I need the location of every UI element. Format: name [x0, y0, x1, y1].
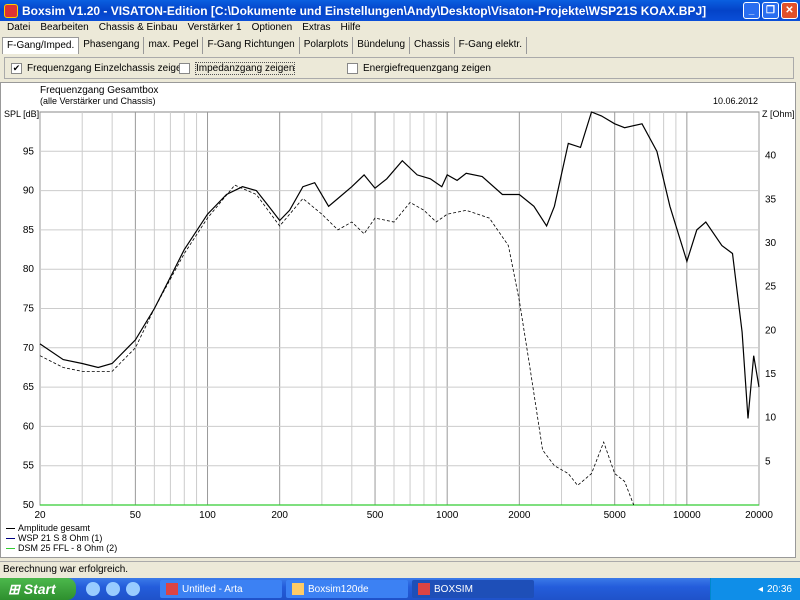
chart-title: Frequenzgang Gesamtbox: [40, 85, 158, 96]
y-tick-label: 65: [23, 382, 35, 393]
y-tick-label: 60: [23, 421, 35, 432]
task-boxsim-folder[interactable]: Boxsim120de: [286, 580, 408, 598]
legend-label: WSP 21 S 8 Ohm (1): [18, 533, 103, 543]
y2-tick-label: 20: [765, 325, 777, 336]
task-boxsim[interactable]: BOXSIM: [412, 580, 534, 598]
taskbar: ⊞ Start Untitled - Arta Boxsim120de BOXSI…: [0, 578, 800, 600]
x-tick-label: 20000: [745, 510, 773, 521]
x-tick-label: 200: [271, 510, 288, 521]
task-arta[interactable]: Untitled - Arta: [160, 580, 282, 598]
y-axis-label: SPL [dB]: [4, 109, 39, 119]
y2-tick-label: 40: [765, 151, 777, 162]
task-label: BOXSIM: [434, 583, 473, 595]
y2-tick-label: 35: [765, 194, 777, 205]
folder-icon: [292, 583, 304, 595]
x-tick-label: 1000: [436, 510, 459, 521]
system-tray: ◂ 20:36: [710, 578, 800, 600]
x-tick-label: 50: [130, 510, 142, 521]
status-bar: Berechnung war erfolgreich.: [0, 561, 800, 577]
y-tick-label: 85: [23, 225, 35, 236]
y-tick-label: 90: [23, 186, 35, 197]
legend-label: Amplitude gesamt: [18, 523, 91, 533]
x-tick-label: 5000: [604, 510, 627, 521]
legend-item: Amplitude gesamt: [6, 523, 117, 533]
x-tick-label: 500: [367, 510, 384, 521]
y2-tick-label: 30: [765, 238, 777, 249]
task-label: Boxsim120de: [308, 583, 369, 595]
x-tick-label: 20: [34, 510, 46, 521]
x-tick-label: 10000: [673, 510, 701, 521]
y-tick-label: 75: [23, 304, 35, 315]
internet-explorer-icon[interactable]: [106, 582, 120, 596]
start-button[interactable]: ⊞ Start: [0, 578, 76, 600]
y2-tick-label: 15: [765, 369, 777, 380]
boxsim-icon: [418, 583, 430, 595]
legend-item: DSM 25 FFL - 8 Ohm (2): [6, 543, 117, 553]
media-player-icon[interactable]: [126, 582, 140, 596]
series-line-wsp-21-s-8-ohm-1-: [39, 184, 635, 506]
legend: Amplitude gesamt WSP 21 S 8 Ohm (1) DSM …: [6, 523, 117, 553]
y2-tick-label: 25: [765, 282, 777, 293]
clock: 20:36: [766, 583, 792, 595]
tray-icon[interactable]: ◂: [758, 584, 763, 595]
y-tick-label: 70: [23, 343, 35, 354]
chart-date: 10.06.2012: [713, 96, 758, 106]
legend-label: DSM 25 FFL - 8 Ohm (2): [18, 543, 118, 553]
quicklaunch-app-icon[interactable]: [86, 582, 100, 596]
windows-logo-icon: ⊞: [8, 580, 20, 597]
quick-launch: [86, 582, 156, 596]
y2-tick-label: 10: [765, 413, 777, 424]
task-label: Untitled - Arta: [182, 583, 243, 595]
y2-axis-label: Z [Ohm]: [762, 109, 795, 119]
arta-icon: [166, 583, 178, 595]
chart-subtitle: (alle Verstärker und Chassis): [40, 96, 156, 106]
y-tick-label: 55: [23, 461, 35, 472]
frequency-response-chart: Frequenzgang Gesamtbox (alle Verstärker …: [4, 85, 795, 521]
series-line-amplitude-gesamt: [39, 111, 760, 419]
start-label: Start: [23, 581, 56, 597]
legend-item: WSP 21 S 8 Ohm (1): [6, 533, 117, 543]
x-tick-label: 100: [199, 510, 216, 521]
y2-tick-label: 5: [765, 456, 771, 467]
y-tick-label: 95: [23, 146, 35, 157]
y-tick-label: 50: [23, 500, 35, 511]
x-tick-label: 2000: [508, 510, 531, 521]
y-tick-label: 80: [23, 264, 35, 275]
